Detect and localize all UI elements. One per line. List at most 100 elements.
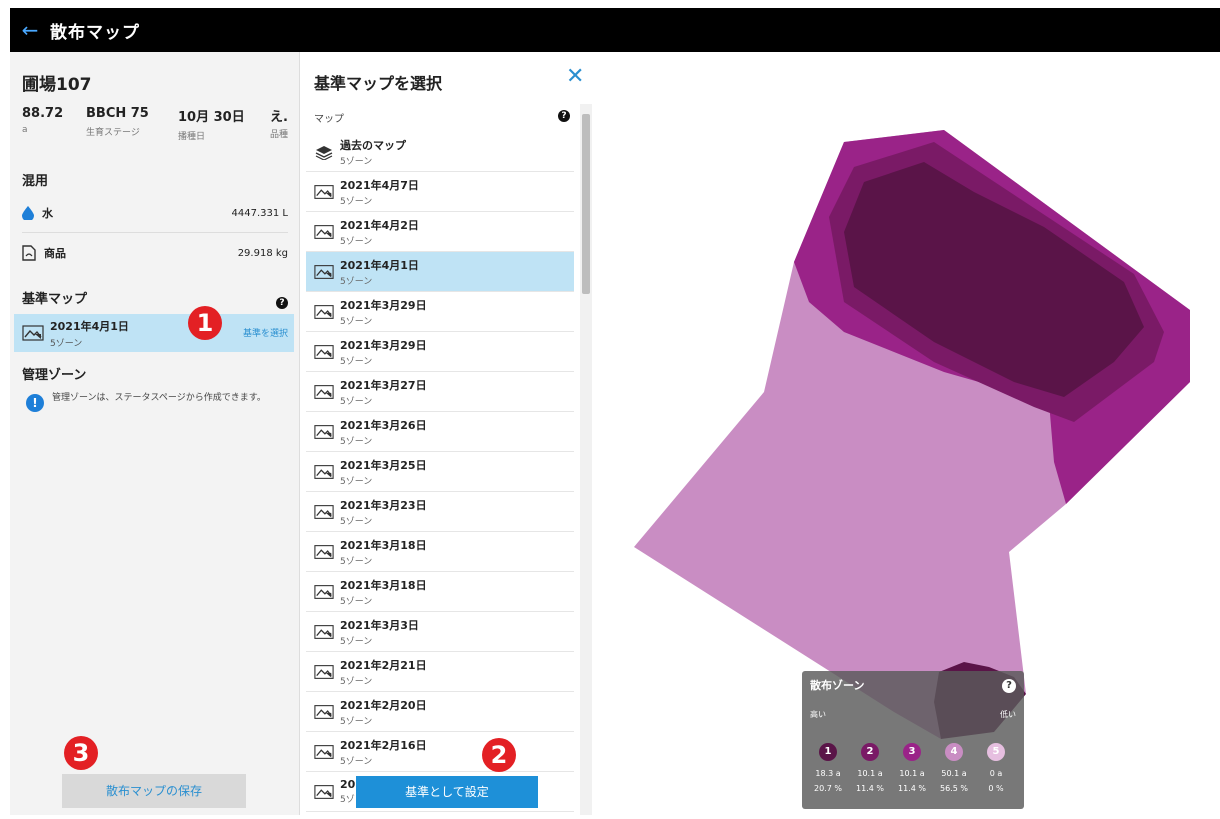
field-summary-panel: 圃場107 88.72 a BBCH 75 生育ステージ 10月 30日 播種日…	[10, 52, 300, 815]
stat-variety: え. 品種	[270, 106, 288, 142]
stat-label: 生育ステージ	[86, 128, 140, 138]
stat-value: 10月 30日	[178, 110, 245, 125]
stat-label: 播種日	[178, 132, 206, 142]
zone-area: 0 a	[989, 769, 1003, 778]
basemap-list-item[interactable]: 2021年3月23日 5ゾーン	[306, 492, 574, 532]
selected-basemap[interactable]: 2021年4月1日 5ゾーン 基準を選択	[14, 314, 294, 352]
basemap-item-name: 2021年3月25日	[340, 458, 427, 472]
legend-zone-1: 1 18.3 a 20.7 %	[808, 739, 848, 793]
list-scrollbar[interactable]	[580, 104, 592, 815]
map-thumbnail-icon	[314, 344, 334, 359]
basemap-list-item[interactable]: 2021年3月26日 5ゾーン	[306, 412, 574, 452]
app-bar: ← 散布マップ	[10, 8, 1220, 52]
map-thumbnail-icon	[314, 264, 334, 279]
basemap-item-zones: 5ゾーン	[340, 476, 373, 487]
map-thumbnail-icon	[314, 504, 334, 519]
spray-zone-legend: 散布ゾーン ? 高い 低い 1 18.3 a 20.7 % 2 10.1 a 11.4 %…	[802, 671, 1024, 809]
basemap-list-item[interactable]: 2021年4月7日 5ゾーン	[306, 172, 574, 212]
basemap-item-zones: 5ゾーン	[340, 436, 373, 447]
zone-badge: 3	[903, 743, 921, 761]
basemap-name: 2021年4月1日	[50, 319, 129, 333]
basemap-item-zones: 5ゾーン	[340, 396, 373, 407]
basemap-list-item[interactable]: 2021年4月2日 5ゾーン	[306, 212, 574, 252]
close-icon[interactable]: ✕	[566, 64, 584, 89]
back-arrow-icon[interactable]: ←	[10, 18, 50, 42]
help-icon[interactable]: ?	[558, 110, 570, 122]
mix-item-amount: 29.918 kg	[237, 247, 288, 259]
list-header-label: マップ	[314, 114, 344, 125]
basemap-list-item[interactable]: 2021年3月29日 5ゾーン	[306, 332, 574, 372]
zone-percent: 0 %	[988, 784, 1004, 793]
basemap-item-zones: 5ゾーン	[340, 556, 373, 567]
zone-percent: 20.7 %	[814, 784, 842, 793]
basemap-list-item[interactable]: 2021年4月1日 5ゾーン	[306, 252, 574, 292]
mix-section-label: 混用	[22, 174, 49, 189]
map-thumbnail-icon	[314, 184, 334, 199]
map-thumbnail-icon	[314, 784, 334, 799]
basemap-list-item[interactable]: 2021年2月20日 5ゾーン	[306, 692, 574, 732]
basemap-list-item[interactable]: 2021年3月18日 5ゾーン	[306, 572, 574, 612]
basemap-item-zones: 5ゾーン	[340, 596, 373, 607]
scroll-thumb[interactable]	[582, 114, 590, 294]
help-icon[interactable]: ?	[276, 290, 288, 309]
basemap-item-name: 2021年4月1日	[340, 258, 419, 272]
basemap-list-item[interactable]: 2021年3月29日 5ゾーン	[306, 292, 574, 332]
basemap-item-zones: 5ゾーン	[340, 236, 373, 247]
basemap-item-name: 2021年3月18日	[340, 538, 427, 552]
map-thumbnail-icon	[314, 664, 334, 679]
basemap-item-name: 2021年3月3日	[340, 618, 419, 632]
save-map-button[interactable]: 散布マップの保存	[62, 774, 246, 808]
basemap-item-name: 2021年2月21日	[340, 658, 427, 672]
zone-badge: 5	[987, 743, 1005, 761]
step-badge-3: 3	[64, 736, 98, 770]
basemap-list-item[interactable]: 2021年3月25日 5ゾーン	[306, 452, 574, 492]
basemap-list-item[interactable]: 2021年3月3日 5ゾーン	[306, 612, 574, 652]
zone-badge: 1	[819, 743, 837, 761]
basemap-list-item[interactable]: 2021年2月21日 5ゾーン	[306, 652, 574, 692]
mix-item-amount: 4447.331 L	[231, 207, 288, 219]
stat-growth-stage: BBCH 75 生育ステージ	[86, 106, 149, 138]
basemap-item-name: 2021年4月2日	[340, 218, 419, 232]
basemap-picker-panel: 基準マップを選択 ✕ マップ ? 過去のマップ 5ゾーン 2021年4月7日 5ゾーン…	[300, 52, 594, 815]
select-basemap-link[interactable]: 基準を選択	[243, 326, 288, 339]
stat-label: 品種	[270, 130, 289, 140]
list-header: マップ ?	[314, 110, 570, 125]
field-name: 圃場107	[22, 75, 92, 95]
legend-zone-2: 2 10.1 a 11.4 %	[850, 739, 890, 793]
product-document-icon	[22, 245, 36, 261]
basemap-item-zones: 5ゾーン	[340, 196, 373, 207]
basemap-item-name: 2021年2月20日	[340, 698, 427, 712]
stat-label: a	[22, 125, 28, 135]
set-as-basemap-button[interactable]: 基準として設定	[356, 776, 538, 808]
zone-badge: 2	[861, 743, 879, 761]
map-thumbnail-icon	[314, 304, 334, 319]
zone-area: 10.1 a	[857, 769, 883, 778]
zone-area: 50.1 a	[941, 769, 967, 778]
page-title: 散布マップ	[50, 22, 140, 43]
legend-low-label: 低い	[1000, 710, 1016, 719]
map-thumbnail-icon	[314, 744, 334, 759]
mix-item-name: 水	[42, 207, 53, 220]
mix-item-water: 水 4447.331 L	[22, 202, 288, 224]
legend-high-label: 高い	[810, 710, 826, 719]
basemap-item-zones: 5ゾーン	[340, 356, 373, 367]
basemap-list-item[interactable]: 過去のマップ 5ゾーン	[306, 132, 574, 172]
step-badge-1: 1	[188, 306, 222, 340]
basemap-item-zones: 5ゾーン	[340, 756, 373, 767]
basemap-list-item[interactable]: 2021年2月16日 5ゾーン	[306, 732, 574, 772]
basemap-item-name: 2021年3月27日	[340, 378, 427, 392]
mix-item-name: 商品	[44, 247, 66, 260]
help-icon[interactable]: ?	[1002, 679, 1016, 693]
legend-title: 散布ゾーン	[810, 679, 865, 692]
basemap-list-item[interactable]: 2021年3月18日 5ゾーン	[306, 532, 574, 572]
map-thumbnail-icon	[314, 464, 334, 479]
picker-title: 基準マップを選択	[314, 74, 443, 93]
zone-percent: 11.4 %	[898, 784, 926, 793]
basemap-item-name: 2021年3月18日	[340, 578, 427, 592]
basemap-item-name: 2021年4月7日	[340, 178, 419, 192]
basemap-item-zones: 5ゾーン	[340, 676, 373, 687]
divider	[22, 232, 288, 233]
stat-value: 88.72	[22, 106, 64, 121]
map-thumbnail-icon	[314, 584, 334, 599]
basemap-list-item[interactable]: 2021年3月27日 5ゾーン	[306, 372, 574, 412]
